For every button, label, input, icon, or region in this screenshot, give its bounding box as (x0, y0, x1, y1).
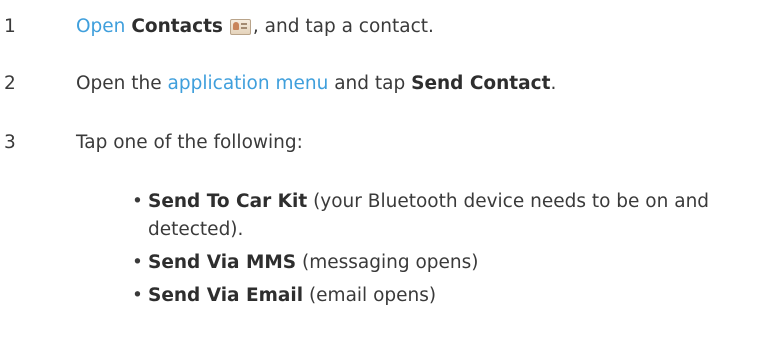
instruction-steps: 1 Open Contacts , and tap a contact. 2 Op… (0, 0, 766, 338)
option-label: Send To Car Kit (148, 191, 308, 212)
option-description: (email opens) (303, 285, 437, 306)
list-item: • Send Via Email (email opens) (132, 282, 748, 310)
option-label: Send Via MMS (148, 252, 297, 273)
step-text: Tap one of the following: (76, 132, 303, 153)
step-number: 1 (4, 16, 16, 37)
step-1-tail: , and tap a contact. (252, 16, 434, 37)
option-description: (messaging opens) (296, 252, 479, 273)
step-number: 3 (4, 132, 16, 153)
contacts-app-icon (229, 17, 251, 35)
list-item: • Send Via MMS (messaging opens) (132, 249, 748, 277)
option-label: Send Via Email (148, 285, 304, 306)
send-contact-label: Send Contact (411, 73, 551, 94)
bullet-dot: • (132, 252, 143, 273)
application-menu-link[interactable]: application menu (168, 73, 329, 94)
contacts-label: Contacts (131, 16, 223, 37)
bullet-dot: • (132, 191, 143, 212)
step-2-tail: . (550, 73, 557, 94)
step-2-middle: and tap (328, 73, 412, 94)
option-description: (your Bluetooth device needs to be on an… (307, 191, 710, 212)
step-text: Open the application menu and tap Send C… (76, 67, 556, 101)
option-list: • Send To Car Kit (your Bluetooth device… (132, 188, 748, 315)
step-2-lead: Open the (76, 73, 168, 94)
step-number: 2 (4, 73, 16, 94)
option-description-cont: detected). (148, 219, 244, 240)
step-text: Open Contacts , and tap a contact. (76, 10, 434, 44)
bullet-dot: • (132, 285, 143, 306)
open-link[interactable]: Open (76, 16, 125, 37)
list-item: • Send To Car Kit (your Bluetooth device… (132, 188, 748, 244)
